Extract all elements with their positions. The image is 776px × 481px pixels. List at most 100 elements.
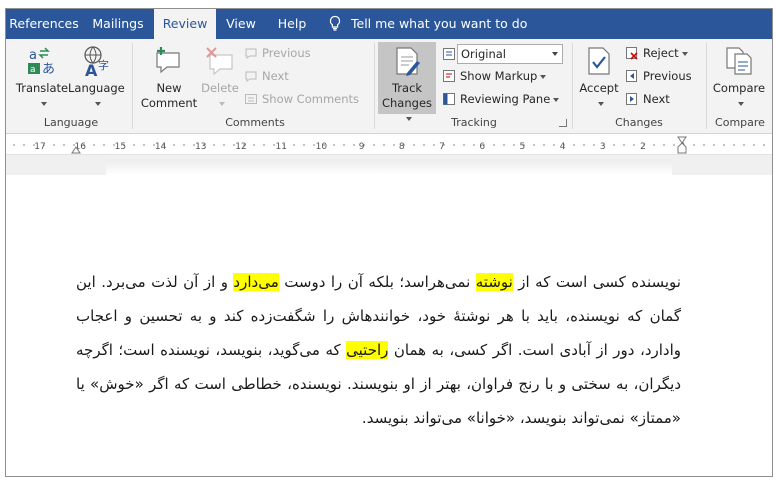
chevron-down-icon bbox=[737, 101, 744, 106]
show-comments-label: Show Comments bbox=[262, 92, 360, 106]
chevron-down-icon bbox=[553, 97, 560, 102]
accept-icon bbox=[588, 47, 610, 75]
tracking-group-label: Tracking bbox=[451, 116, 497, 129]
tell-me-search[interactable]: Tell me what you want to do bbox=[328, 9, 527, 39]
ruler-graphic: 1716151413121110987654321 bbox=[13, 136, 765, 154]
compare-icon bbox=[726, 47, 752, 75]
show-markup-button[interactable]: Show Markup bbox=[442, 66, 547, 86]
svg-text:a: a bbox=[29, 48, 37, 63]
group-divider bbox=[572, 43, 573, 129]
show-markup-label: Show Markup bbox=[460, 69, 538, 83]
page-shadow bbox=[106, 159, 672, 175]
tab-help[interactable]: Help bbox=[268, 9, 316, 39]
next-comment-icon bbox=[245, 71, 257, 82]
next-comment-label: Next bbox=[262, 69, 289, 83]
new-comment-button[interactable]: New Comment bbox=[138, 45, 200, 111]
compare-label: Compare bbox=[712, 81, 766, 95]
next-change-label: Next bbox=[643, 92, 670, 106]
language-label: Language bbox=[68, 81, 125, 95]
chevron-down-icon bbox=[540, 74, 547, 79]
next-change-button[interactable]: Next bbox=[625, 89, 670, 109]
ruler-number: 3 bbox=[600, 142, 606, 152]
language-button[interactable]: A 字 Language bbox=[68, 45, 125, 111]
svg-text:a: a bbox=[30, 65, 36, 75]
highlighted-text: می‌دارد bbox=[233, 273, 279, 291]
language-group-label: Language bbox=[43, 116, 99, 129]
chevron-down-icon bbox=[552, 52, 558, 56]
reject-icon bbox=[626, 46, 638, 60]
group-divider bbox=[706, 43, 707, 129]
ruler-number: 7 bbox=[439, 142, 445, 152]
highlighted-text: راحتیی bbox=[346, 341, 389, 359]
paragraph-text: نویسنده کسی است که از bbox=[512, 273, 681, 291]
show-comments-icon bbox=[245, 93, 257, 104]
horizontal-ruler[interactable]: 1716151413121110987654321 bbox=[6, 135, 772, 155]
display-for-review-select[interactable]: Original bbox=[457, 44, 563, 64]
paragraph-text: نمی‌هراسد؛ بلکه آن را دوست bbox=[278, 273, 476, 291]
reviewing-pane-label: Reviewing Pane bbox=[460, 92, 551, 106]
ruler-number: 13 bbox=[195, 142, 206, 152]
translate-icon: a あ a bbox=[28, 47, 55, 77]
track-changes-icon bbox=[396, 47, 420, 76]
tab-mailings[interactable]: Mailings bbox=[82, 9, 154, 39]
ruler-number: 5 bbox=[520, 142, 526, 152]
accept-button[interactable]: Accept bbox=[576, 45, 622, 111]
show-comments-button[interactable]: Show Comments bbox=[244, 89, 359, 109]
chevron-down-icon bbox=[218, 101, 225, 106]
chevron-down-icon bbox=[597, 101, 604, 106]
delete-label: Delete bbox=[201, 81, 239, 95]
comments-group-label: Comments bbox=[225, 116, 285, 129]
translate-label: Translate bbox=[15, 81, 69, 95]
previous-change-button[interactable]: Previous bbox=[625, 66, 692, 86]
next-comment-button[interactable]: Next bbox=[244, 66, 289, 86]
reject-button[interactable]: Reject bbox=[625, 43, 688, 63]
ruler-number: 6 bbox=[479, 142, 485, 152]
group-divider bbox=[132, 43, 133, 129]
tell-me-text: Tell me what you want to do bbox=[351, 16, 528, 31]
previous-comment-label: Previous bbox=[262, 46, 311, 60]
previous-comment-button[interactable]: Previous bbox=[244, 43, 311, 63]
track-changes-label-2: Changes bbox=[381, 96, 433, 110]
svg-text:字: 字 bbox=[98, 58, 109, 72]
previous-change-icon bbox=[626, 69, 637, 82]
lightbulb-icon bbox=[329, 15, 341, 31]
ruler-number: 14 bbox=[155, 142, 167, 152]
track-changes-button[interactable]: Track Changes bbox=[378, 45, 436, 126]
delete-comment-button[interactable]: Delete bbox=[198, 45, 242, 111]
ruler-number: 17 bbox=[34, 142, 45, 152]
svg-text:A: A bbox=[85, 61, 98, 77]
previous-change-label: Previous bbox=[643, 69, 692, 83]
new-comment-label-1: New bbox=[156, 81, 182, 95]
tab-review[interactable]: Review bbox=[154, 9, 216, 40]
tab-references[interactable]: References bbox=[6, 9, 82, 39]
new-comment-icon bbox=[156, 47, 180, 74]
display-for-review-value: Original bbox=[461, 47, 507, 61]
ruler-number: 11 bbox=[275, 142, 286, 152]
reviewing-pane-button[interactable]: Reviewing Pane bbox=[442, 89, 560, 109]
previous-comment-icon bbox=[245, 48, 257, 59]
tab-view[interactable]: View bbox=[219, 9, 263, 39]
next-change-icon bbox=[626, 92, 637, 105]
ruler-number: 4 bbox=[560, 142, 566, 152]
accept-label: Accept bbox=[579, 81, 619, 95]
chevron-down-icon bbox=[681, 51, 688, 56]
show-markup-icon bbox=[443, 69, 455, 82]
ruler-number: 10 bbox=[316, 142, 328, 152]
ribbon-tab-bar: References Mailings Review View Help Tel… bbox=[6, 9, 772, 40]
document-paragraph[interactable]: نویسنده کسی است که از نوشته نمی‌هراسد؛ ب… bbox=[76, 265, 681, 435]
ruler-number: 12 bbox=[235, 142, 246, 152]
word-window: References Mailings Review View Help Tel… bbox=[5, 8, 773, 477]
track-changes-label-1: Track bbox=[391, 81, 423, 95]
changes-group-label: Changes bbox=[615, 116, 663, 129]
document-page[interactable]: نویسنده کسی است که از نوشته نمی‌هراسد؛ ب… bbox=[6, 175, 772, 476]
svg-text:あ: あ bbox=[42, 62, 55, 77]
compare-group-label: Compare bbox=[715, 116, 765, 129]
highlighted-text: نوشته bbox=[475, 273, 513, 291]
ribbon-review: a あ a Translate A 字 Language Language Ne… bbox=[6, 39, 772, 134]
translate-button[interactable]: a あ a Translate bbox=[14, 45, 70, 111]
chevron-down-icon bbox=[94, 101, 101, 106]
tracking-options-launcher-icon[interactable] bbox=[559, 119, 567, 127]
language-icon: A 字 bbox=[84, 46, 109, 77]
compare-button[interactable]: Compare bbox=[708, 45, 770, 111]
new-comment-label-2: Comment bbox=[140, 96, 198, 110]
